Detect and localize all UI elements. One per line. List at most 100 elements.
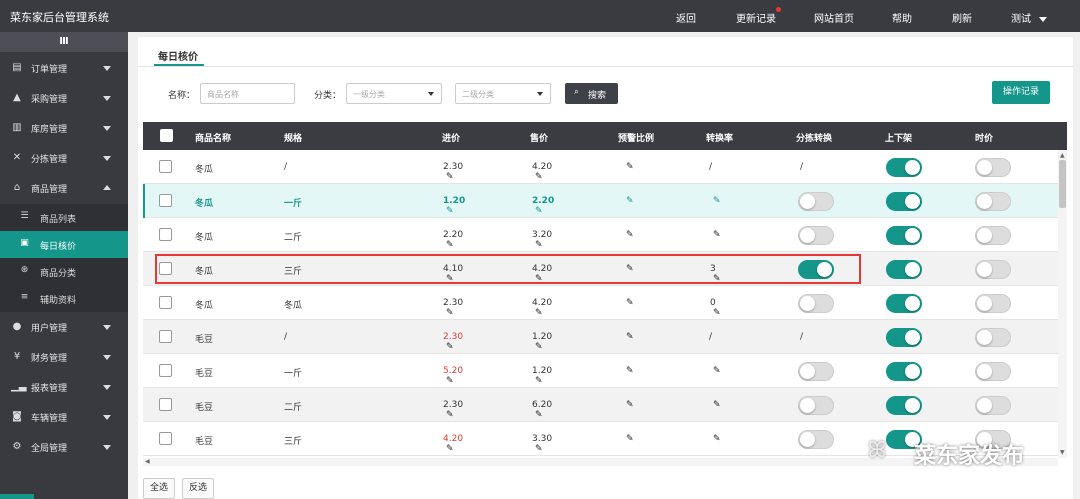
sidebar-item-global[interactable]: ⚙ 全局管理 (0, 432, 128, 462)
cost-price[interactable]: 2.20 ✎ (443, 230, 463, 250)
shelf-toggle[interactable] (886, 260, 922, 279)
sidebar-item-finance[interactable]: ¥ 财务管理 (0, 342, 128, 372)
row-checkbox[interactable] (159, 398, 172, 411)
warning-ratio-edit[interactable]: ✎ (623, 332, 634, 342)
row-checkbox[interactable] (159, 432, 172, 445)
select-all-checkbox[interactable] (160, 129, 173, 142)
row-checkbox[interactable] (159, 296, 172, 309)
sidebar-subitem-product-list[interactable]: ☰ 商品列表 (0, 204, 128, 231)
market-price-toggle[interactable] (975, 294, 1011, 313)
user-menu[interactable]: 测试 (1011, 10, 1047, 25)
shelf-toggle[interactable] (886, 158, 922, 177)
pencil-icon[interactable]: ✎ (535, 342, 543, 352)
cost-price[interactable]: 2.30 ✎ (443, 298, 463, 318)
shelf-toggle[interactable] (886, 396, 922, 415)
sort-conversion-toggle[interactable] (798, 362, 834, 381)
pencil-icon[interactable]: ✎ (713, 196, 721, 206)
sidebar-item-purchase[interactable]: ▲ 采购管理 (0, 83, 128, 113)
conversion-rate[interactable]: ✎ (710, 400, 721, 410)
cost-price[interactable]: 1.20 ✎ (443, 196, 465, 216)
sale-price[interactable]: 3.20 ✎ (532, 230, 552, 250)
search-button[interactable]: ⌕ 搜索 (565, 83, 618, 104)
category-level2-select[interactable]: 二级分类 (455, 83, 551, 104)
sidebar-item-vehicles[interactable]: ◙ 车辆管理 (0, 402, 128, 432)
sort-conversion-toggle[interactable] (798, 430, 834, 449)
sale-price[interactable]: 6.20 ✎ (532, 400, 552, 420)
nav-home-link[interactable]: 网站首页 (814, 10, 854, 25)
sale-price[interactable]: 1.20 ✎ (532, 332, 552, 352)
sort-conversion-toggle[interactable] (798, 192, 834, 211)
sale-price[interactable]: 2.20 ✎ (532, 196, 554, 216)
scrollbar-thumb[interactable] (1059, 160, 1066, 208)
cost-price[interactable]: 4.20 ✎ (443, 434, 463, 454)
conversion-rate[interactable]: ✎ (710, 196, 721, 206)
pencil-icon[interactable]: ✎ (446, 206, 454, 216)
sale-price[interactable]: 4.20 ✎ (532, 298, 552, 318)
pencil-icon[interactable]: ✎ (626, 196, 634, 206)
market-price-toggle[interactable] (975, 226, 1011, 245)
conversion-rate[interactable]: 0 ✎ (710, 298, 721, 318)
market-price-toggle[interactable] (975, 328, 1011, 347)
sidebar-collapse-toggle[interactable]: Ⅲ (0, 32, 128, 52)
row-checkbox[interactable] (159, 160, 172, 173)
name-search-input[interactable]: 商品名称 (200, 83, 295, 104)
market-price-toggle[interactable] (975, 260, 1011, 279)
pencil-icon[interactable]: ✎ (446, 444, 454, 454)
conversion-rate[interactable]: ✎ (710, 230, 721, 240)
warning-ratio-edit[interactable]: ✎ (623, 196, 634, 206)
cost-price[interactable]: 5.20 ✎ (443, 366, 463, 386)
pencil-icon[interactable]: ✎ (626, 298, 634, 308)
pencil-icon[interactable]: ✎ (713, 366, 721, 376)
sidebar-subitem-aux-data[interactable]: ≡ 辅助资料 (0, 285, 128, 312)
pencil-icon[interactable]: ✎ (535, 172, 543, 182)
sort-conversion-toggle[interactable] (798, 396, 834, 415)
shelf-toggle[interactable] (886, 192, 922, 211)
pencil-icon[interactable]: ✎ (626, 434, 634, 444)
pencil-icon[interactable]: ✎ (713, 230, 721, 240)
tab-daily-pricing[interactable]: 每日核价 (158, 48, 198, 63)
pencil-icon[interactable]: ✎ (535, 444, 543, 454)
conversion-rate[interactable]: ✎ (710, 366, 721, 376)
sidebar-item-orders[interactable]: ▤ 订单管理 (0, 53, 128, 83)
pencil-icon[interactable]: ✎ (713, 434, 721, 444)
pencil-icon[interactable]: ✎ (535, 376, 543, 386)
pencil-icon[interactable]: ✎ (446, 240, 454, 250)
nav-back-link[interactable]: 返回 (676, 10, 696, 25)
warning-ratio-edit[interactable]: ✎ (623, 230, 634, 240)
pencil-icon[interactable]: ✎ (535, 308, 543, 318)
warning-ratio-edit[interactable]: ✎ (623, 434, 634, 444)
sale-price[interactable]: 3.30 ✎ (532, 434, 552, 454)
sale-price[interactable]: 1.20 ✎ (532, 366, 552, 386)
pencil-icon[interactable]: ✎ (713, 400, 721, 410)
pencil-icon[interactable]: ✎ (446, 342, 454, 352)
pencil-icon[interactable]: ✎ (535, 240, 543, 250)
sale-price[interactable]: 4.20 ✎ (532, 162, 552, 182)
sidebar-subitem-product-category[interactable]: ⊛ 商品分类 (0, 258, 128, 285)
row-checkbox[interactable] (159, 364, 172, 377)
cost-price[interactable]: 2.30 ✎ (443, 162, 463, 182)
sort-conversion-toggle[interactable] (798, 226, 834, 245)
warning-ratio-edit[interactable]: ✎ (623, 366, 634, 376)
conversion-rate[interactable]: ✎ (710, 434, 721, 444)
operation-log-button[interactable]: 操作记录 (992, 81, 1050, 104)
shelf-toggle[interactable] (886, 294, 922, 313)
warning-ratio-edit[interactable]: ✎ (623, 162, 634, 172)
nav-update-log-link[interactable]: 更新记录 (736, 7, 781, 25)
shelf-toggle[interactable] (886, 226, 922, 245)
cost-price[interactable]: 2.30 ✎ (443, 400, 463, 420)
pencil-icon[interactable]: ✎ (626, 162, 634, 172)
sidebar-subitem-daily-pricing[interactable]: ▣ 每日核价 (0, 231, 128, 258)
market-price-toggle[interactable] (975, 192, 1011, 211)
pencil-icon[interactable]: ✎ (446, 410, 454, 420)
invert-selection-button[interactable]: 反选 (182, 478, 215, 499)
select-all-button[interactable]: 全选 (143, 478, 176, 499)
warning-ratio-edit[interactable]: ✎ (623, 400, 634, 410)
pencil-icon[interactable]: ✎ (626, 332, 634, 342)
sidebar-item-users[interactable]: ● 用户管理 (0, 312, 128, 342)
pencil-icon[interactable]: ✎ (535, 206, 543, 216)
row-checkbox[interactable] (159, 194, 172, 207)
vertical-scrollbar[interactable]: ▲ ▼ (1058, 150, 1067, 458)
pencil-icon[interactable]: ✎ (626, 366, 634, 376)
pencil-icon[interactable]: ✎ (535, 410, 543, 420)
shelf-toggle[interactable] (886, 328, 922, 347)
